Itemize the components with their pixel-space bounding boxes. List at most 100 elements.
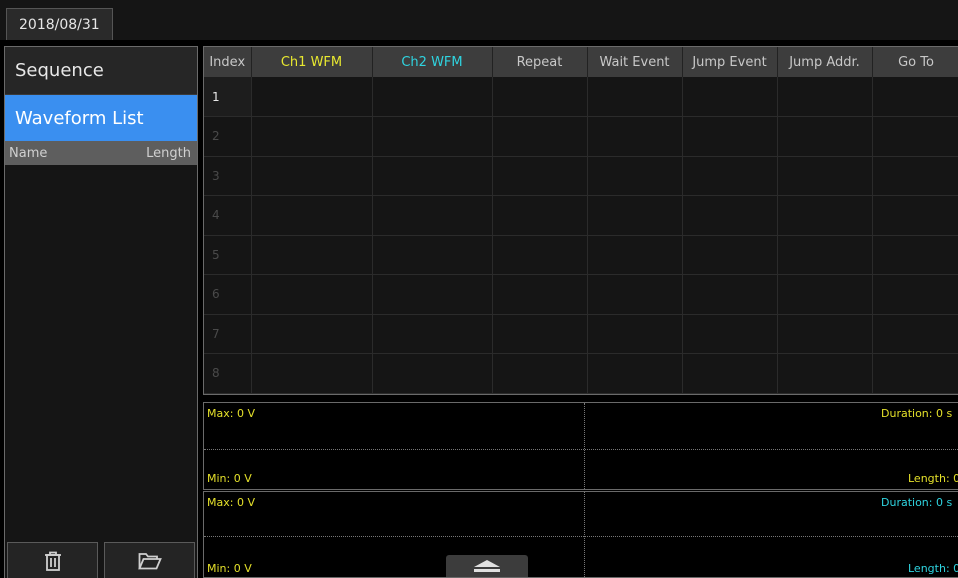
expand-panel-button[interactable] <box>446 555 528 577</box>
cell[interactable] <box>682 314 778 354</box>
cell[interactable] <box>777 77 873 117</box>
cell[interactable] <box>372 156 493 196</box>
cell[interactable] <box>587 314 683 354</box>
cell[interactable] <box>251 195 373 236</box>
waveform-list-toolbar <box>5 542 197 578</box>
cell[interactable] <box>372 353 493 394</box>
cell[interactable] <box>872 116 958 157</box>
cell[interactable] <box>587 195 683 236</box>
cell[interactable] <box>682 116 778 157</box>
header-jump-addr[interactable]: Jump Addr. <box>777 47 873 77</box>
cell[interactable] <box>492 156 588 196</box>
table-header-row: Index Ch1 WFM Ch2 WFM Repeat Wait Event … <box>204 47 958 77</box>
cell[interactable] <box>872 195 958 236</box>
cell[interactable] <box>251 314 373 354</box>
grid-line <box>584 492 585 577</box>
date-label: 2018/08/31 <box>6 8 113 40</box>
ch2-min-label: Min: 0 V <box>207 562 252 575</box>
cell[interactable] <box>587 353 683 394</box>
eject-icon <box>474 560 500 572</box>
cell[interactable] <box>492 195 588 236</box>
row-index: 4 <box>204 195 252 236</box>
cell[interactable] <box>872 156 958 196</box>
header-go-to[interactable]: Go To <box>872 47 958 77</box>
cell[interactable] <box>492 116 588 157</box>
tab-waveform-list[interactable]: Waveform List <box>5 95 197 141</box>
cell[interactable] <box>587 235 683 275</box>
cell[interactable] <box>682 235 778 275</box>
ch2-waveform-preview: Max: 0 V Min: 0 V Duration: 0 s Length: … <box>203 491 958 578</box>
cell[interactable] <box>492 274 588 315</box>
cell[interactable] <box>777 156 873 196</box>
cell[interactable] <box>587 156 683 196</box>
trash-icon <box>44 551 61 571</box>
cell[interactable] <box>777 274 873 315</box>
cell[interactable] <box>777 314 873 354</box>
cell[interactable] <box>587 274 683 315</box>
ch1-waveform-preview: Max: 0 V Min: 0 V Duration: 0 s Length: … <box>203 402 958 490</box>
ch1-max-label: Max: 0 V <box>207 407 255 420</box>
cell[interactable] <box>682 274 778 315</box>
cell[interactable] <box>492 77 588 117</box>
header-wait-event[interactable]: Wait Event <box>587 47 683 77</box>
table-row[interactable]: 8 <box>204 353 958 394</box>
cell[interactable] <box>251 116 373 157</box>
cell[interactable] <box>587 116 683 157</box>
folder-open-icon <box>137 552 162 569</box>
grid-line <box>204 449 958 450</box>
open-button[interactable] <box>104 542 195 578</box>
cell[interactable] <box>872 235 958 275</box>
header-jump-event[interactable]: Jump Event <box>682 47 778 77</box>
top-bar: 2018/08/31 <box>0 0 958 40</box>
cell[interactable] <box>372 77 493 117</box>
cell[interactable] <box>372 274 493 315</box>
table-row[interactable]: 1 <box>204 77 958 117</box>
cell[interactable] <box>777 353 873 394</box>
cell[interactable] <box>372 195 493 236</box>
cell[interactable] <box>372 235 493 275</box>
grid-line <box>204 536 958 537</box>
header-repeat[interactable]: Repeat <box>492 47 588 77</box>
cell[interactable] <box>251 156 373 196</box>
cell[interactable] <box>777 195 873 236</box>
cell[interactable] <box>251 353 373 394</box>
cell[interactable] <box>872 274 958 315</box>
cell[interactable] <box>682 353 778 394</box>
header-index[interactable]: Index <box>204 47 252 77</box>
sequence-table: Index Ch1 WFM Ch2 WFM Repeat Wait Event … <box>203 46 958 395</box>
table-row[interactable]: 3 <box>204 156 958 196</box>
table-row[interactable]: 5 <box>204 235 958 275</box>
cell[interactable] <box>777 235 873 275</box>
cell[interactable] <box>777 116 873 157</box>
cell[interactable] <box>492 235 588 275</box>
cell[interactable] <box>587 77 683 117</box>
cell[interactable] <box>682 77 778 117</box>
cell[interactable] <box>251 274 373 315</box>
cell[interactable] <box>872 314 958 354</box>
cell[interactable] <box>251 77 373 117</box>
cell[interactable] <box>492 314 588 354</box>
header-ch2-wfm[interactable]: Ch2 WFM <box>372 47 493 77</box>
table-row[interactable]: 2 <box>204 116 958 157</box>
cell[interactable] <box>682 156 778 196</box>
cell[interactable] <box>251 235 373 275</box>
table-row[interactable]: 4 <box>204 195 958 236</box>
column-length[interactable]: Length <box>146 146 191 161</box>
ch2-duration-label: Duration: 0 s <box>881 496 953 509</box>
cell[interactable] <box>872 353 958 394</box>
cell[interactable] <box>682 195 778 236</box>
cell[interactable] <box>372 314 493 354</box>
header-ch1-wfm[interactable]: Ch1 WFM <box>251 47 373 77</box>
ch2-max-label: Max: 0 V <box>207 496 255 509</box>
tab-sequence[interactable]: Sequence <box>5 47 197 95</box>
table-row[interactable]: 7 <box>204 314 958 354</box>
cell[interactable] <box>872 77 958 117</box>
table-row[interactable]: 6 <box>204 274 958 315</box>
cell[interactable] <box>372 116 493 157</box>
column-name[interactable]: Name <box>9 146 47 161</box>
row-index: 7 <box>204 314 252 354</box>
delete-button[interactable] <box>7 542 98 578</box>
row-index: 1 <box>204 77 252 117</box>
row-index: 6 <box>204 274 252 315</box>
cell[interactable] <box>492 353 588 394</box>
